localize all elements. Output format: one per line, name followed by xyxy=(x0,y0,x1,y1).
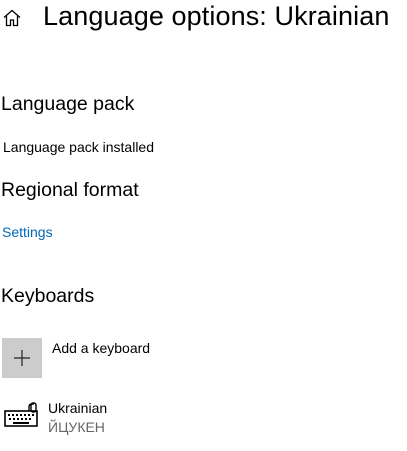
language-pack-heading: Language pack xyxy=(1,93,135,115)
regional-format-settings-link[interactable]: Settings xyxy=(2,224,53,240)
keyboards-heading: Keyboards xyxy=(1,285,95,307)
add-keyboard-label[interactable]: Add a keyboard xyxy=(52,340,150,356)
home-button[interactable] xyxy=(0,6,24,30)
keyboard-icon xyxy=(4,402,38,427)
add-keyboard-button[interactable] xyxy=(2,338,42,378)
page-title: Language options: Ukrainian xyxy=(43,1,390,31)
plus-icon xyxy=(14,350,30,366)
regional-format-heading: Regional format xyxy=(1,179,139,201)
keyboard-name: Ukrainian xyxy=(48,400,108,416)
home-icon xyxy=(3,9,21,27)
language-pack-status: Language pack installed xyxy=(3,139,155,155)
keyboard-layout: ЙЦУКЕН xyxy=(48,419,105,435)
